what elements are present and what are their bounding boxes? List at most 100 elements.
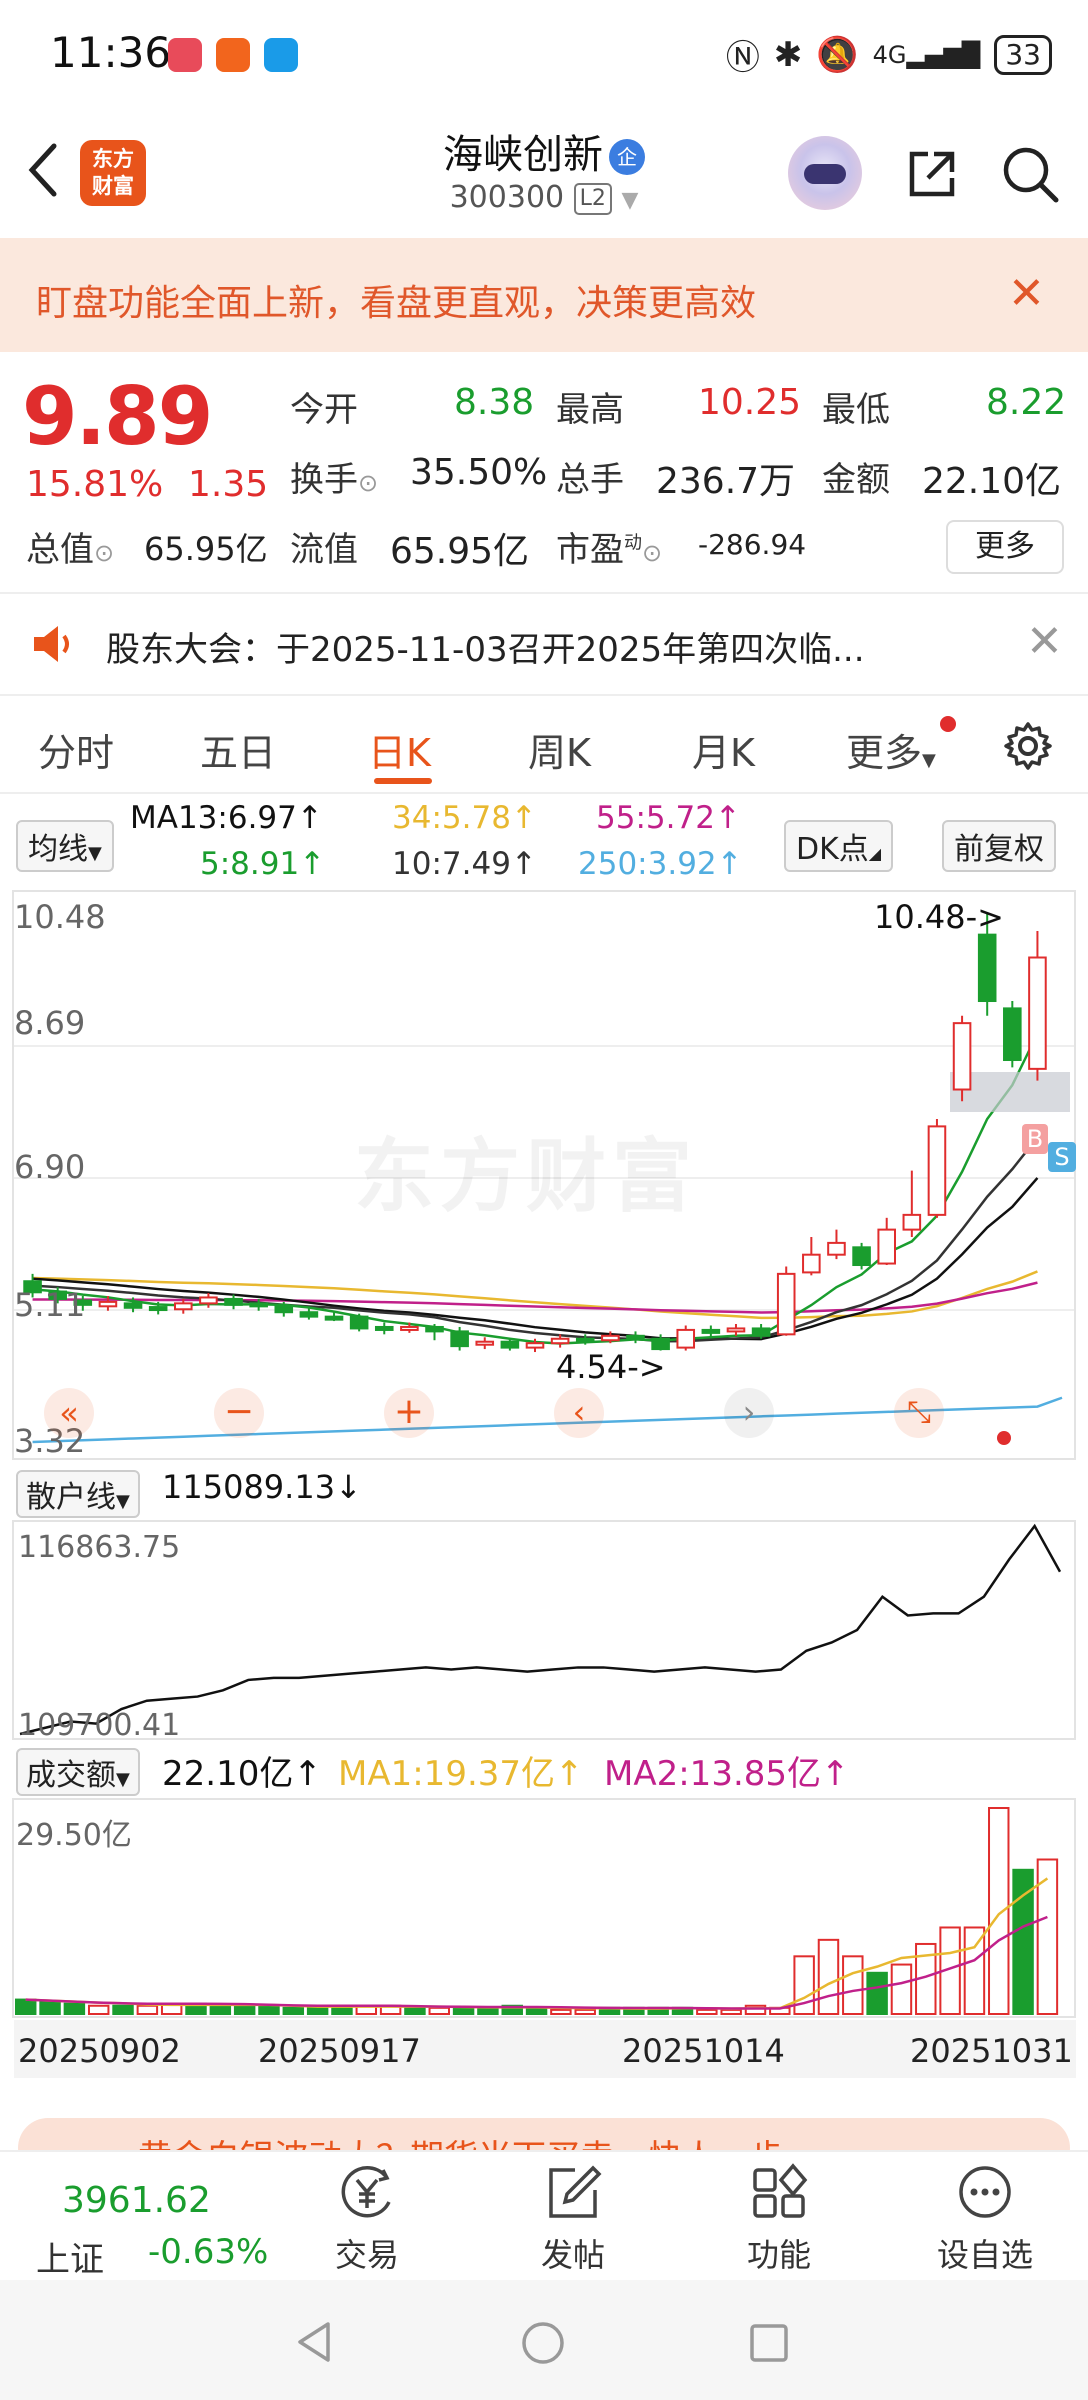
open-label: 今开 xyxy=(290,390,358,430)
nav-trade[interactable]: 交易 xyxy=(302,2162,432,2276)
settings-gear-icon[interactable] xyxy=(1002,720,1054,772)
candle xyxy=(952,1022,972,1091)
nfc-icon: Ⓝ xyxy=(725,38,760,78)
index-name[interactable]: 上证 xyxy=(36,2232,104,2281)
volume-bar xyxy=(87,2004,110,2015)
tab-zhouk[interactable]: 周K xyxy=(528,722,591,777)
search-app-icon xyxy=(264,38,298,72)
ma10-legend: 10:7.49↑ xyxy=(392,846,537,882)
close-icon[interactable]: ✕ xyxy=(1026,616,1063,667)
notice-bar[interactable]: 股东大会：于2025-11-03召开2025年第四次临... ✕ xyxy=(0,594,1088,694)
bottom-toolbar: 3961.62 上证 -0.63% 交易 发帖 功能 设自选 xyxy=(0,2150,1088,2280)
buy-marker[interactable]: B xyxy=(1022,1124,1048,1154)
more-button[interactable]: 更多 xyxy=(946,520,1064,574)
volume-chart[interactable]: 29.50亿 xyxy=(12,1798,1076,2018)
volume-bar xyxy=(404,2006,426,2016)
system-nav-bar xyxy=(0,2280,1088,2400)
watermark: 东方财富 xyxy=(354,1130,698,1223)
tab-yuek[interactable]: 月K xyxy=(692,722,755,777)
index-value[interactable]: 3961.62 xyxy=(62,2180,211,2221)
volume-bar xyxy=(428,2006,450,2016)
next-icon[interactable]: › xyxy=(724,1388,774,1438)
date-label: 20251014 xyxy=(622,2032,785,2070)
candle xyxy=(726,1327,746,1333)
zoom-out-icon[interactable]: − xyxy=(214,1388,264,1438)
y-label-top: 10.48 xyxy=(14,898,106,936)
signal-dot xyxy=(997,1431,1011,1445)
promo-banner[interactable]: 盯盘功能全面上新，看盘更直观，决策更高效 ✕ xyxy=(0,238,1088,352)
mktcap-value: 65.95亿 xyxy=(144,530,268,568)
assistant-robot-icon[interactable] xyxy=(788,136,862,210)
kline-chart[interactable]: 东方财富 10.48 8.69 6.90 5.11 3.32 10.48-> 4… xyxy=(12,890,1076,1460)
volume-bar xyxy=(963,1926,986,2015)
volume-bar xyxy=(63,2002,86,2015)
nav-home-icon[interactable] xyxy=(520,2320,566,2366)
candle xyxy=(1003,1007,1022,1062)
candle xyxy=(626,1334,645,1340)
enterprise-badge: 企 xyxy=(609,139,645,175)
volume-bar xyxy=(452,2006,475,2016)
stock-name: 海峡创新 xyxy=(443,132,603,178)
send-app-icon xyxy=(216,38,250,72)
quote-panel: 9.89 15.81% 1.35 今开 8.38 最高 10.25 最低 8.2… xyxy=(0,352,1088,592)
candle xyxy=(575,1337,595,1343)
nav-watchlist[interactable]: 设自选 xyxy=(920,2162,1050,2276)
rewind-icon[interactable]: « xyxy=(44,1388,94,1438)
sanhu-chart[interactable]: 116863.75 109700.41 xyxy=(12,1520,1076,1743)
volume-bar xyxy=(209,2004,232,2015)
volume-ma1: MA1:19.37亿↑ xyxy=(338,1754,584,1794)
volume-bar xyxy=(842,1955,864,2016)
stock-code: 300300 xyxy=(449,180,565,215)
close-icon[interactable]: ✕ xyxy=(1008,268,1045,319)
zoom-in-icon[interactable]: + xyxy=(384,1388,434,1438)
search-icon[interactable] xyxy=(1000,144,1060,204)
amount-value: 22.10亿 xyxy=(922,461,1062,502)
tab-more[interactable]: 更多▼ xyxy=(846,716,956,777)
tab-wuri[interactable]: 五日 xyxy=(200,722,276,777)
candle xyxy=(525,1342,545,1349)
tab-rik[interactable]: 日K xyxy=(368,722,431,777)
float-label: 流值 xyxy=(290,530,358,570)
volume-bar xyxy=(112,2004,134,2015)
sanhu-selector[interactable]: 散户线▼ xyxy=(16,1470,140,1518)
high-marker-label: 10.48-> xyxy=(874,898,1004,936)
nav-post[interactable]: 发帖 xyxy=(508,2162,638,2276)
index-change[interactable]: -0.63% xyxy=(148,2232,268,2272)
turnover-value: 35.50% xyxy=(410,452,548,493)
candle xyxy=(877,1228,896,1265)
ma250-legend: 250:3.92↑ xyxy=(578,846,743,882)
volume-svg xyxy=(15,1807,1059,2016)
volume-bar xyxy=(15,1998,37,2016)
change-amount: 1.35 xyxy=(188,464,269,505)
candle xyxy=(1028,956,1047,1070)
pe-value: -286.94 xyxy=(698,528,807,561)
volume-bar xyxy=(866,1971,888,2016)
ma-selector[interactable]: 均线▼ xyxy=(16,820,114,872)
tab-fenshi[interactable]: 分时 xyxy=(38,722,114,777)
candle xyxy=(852,1246,871,1267)
turnover-label: 换手⊙ xyxy=(290,460,379,500)
nav-back-icon[interactable] xyxy=(294,2320,334,2364)
divider xyxy=(0,792,1088,794)
candle xyxy=(977,933,997,1003)
share-icon[interactable] xyxy=(904,146,960,202)
nav-recents-icon[interactable] xyxy=(748,2322,790,2364)
volume-bar xyxy=(550,2008,572,2016)
y-label: 8.69 xyxy=(14,1004,86,1042)
dk-point-button[interactable]: DK点◢ xyxy=(784,820,894,872)
sell-marker[interactable]: S xyxy=(1048,1142,1076,1172)
candle xyxy=(148,1306,168,1312)
volume-selector[interactable]: 成交额▼ xyxy=(16,1748,140,1796)
volume-ma2: MA2:13.85亿↑ xyxy=(604,1754,850,1794)
volume-bar xyxy=(306,2006,329,2016)
date-label: 20251031 xyxy=(910,2032,1073,2070)
fullscreen-icon[interactable]: ⤡ xyxy=(894,1388,944,1438)
candle xyxy=(450,1330,469,1348)
candle xyxy=(927,1125,947,1216)
prev-icon[interactable]: ‹ xyxy=(554,1388,604,1438)
y-label-top: 29.50亿 xyxy=(16,1818,132,1853)
volume-bar xyxy=(720,2008,742,2016)
nav-function[interactable]: 功能 xyxy=(714,2162,844,2276)
fuquan-button[interactable]: 前复权 xyxy=(942,820,1056,872)
chart-tabs: 分时 五日 日K 周K 月K 更多▼ xyxy=(0,700,1088,790)
